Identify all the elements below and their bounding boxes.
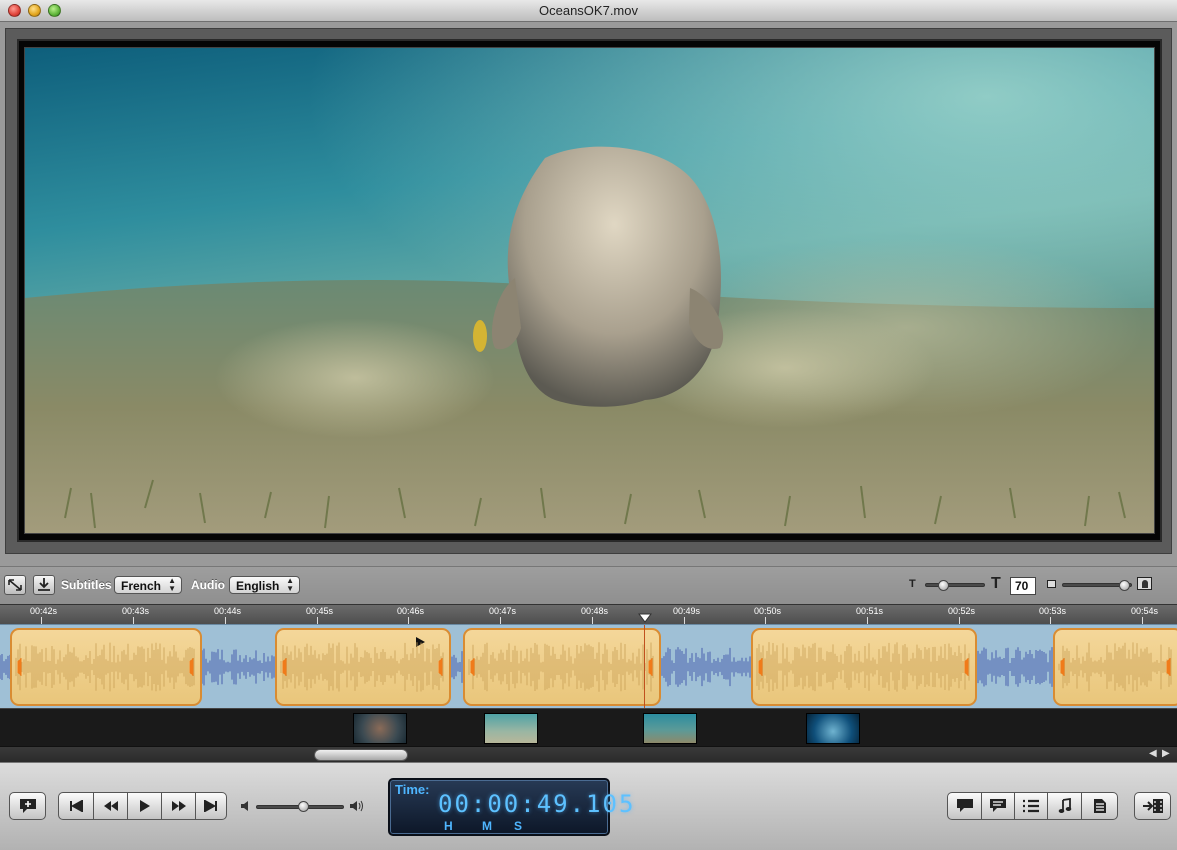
list-icon	[1023, 799, 1039, 813]
video-frame	[17, 39, 1162, 542]
audio-select-value: English	[236, 579, 280, 593]
minutes-unit-label: M	[482, 819, 492, 833]
skip-forward-button[interactable]	[195, 792, 227, 820]
add-subtitle-button[interactable]	[9, 792, 46, 820]
rewind-icon	[103, 801, 118, 811]
play-icon	[139, 800, 150, 812]
video-area	[5, 28, 1172, 554]
subtitle-clip[interactable]	[275, 628, 451, 706]
thumbnail-image[interactable]	[353, 713, 407, 744]
export-button[interactable]	[33, 575, 55, 595]
subtitle-toolbar: Subtitles French ▲ ▼ Audio English ▲ ▼ T T…	[0, 566, 1177, 604]
subtitle-clip[interactable]	[463, 628, 661, 706]
font-size-slider-knob[interactable]	[938, 580, 949, 591]
font-large-icon: T	[991, 575, 1001, 592]
hours-unit-label: H	[444, 819, 453, 833]
playback-controls: Time: 00:00:49.105 H M S	[0, 762, 1177, 850]
document-icon	[1093, 799, 1106, 813]
video-still-image	[25, 48, 1154, 533]
subtitle-clip[interactable]	[1053, 628, 1177, 706]
rewind-button[interactable]	[93, 792, 128, 820]
fast-forward-icon	[171, 801, 186, 811]
document-button[interactable]	[1081, 792, 1118, 820]
updown-arrows-icon: ▲ ▼	[286, 576, 294, 593]
play-button[interactable]	[127, 792, 162, 820]
small-picture-icon	[1047, 580, 1056, 588]
updown-arrows-icon: ▲ ▼	[168, 576, 176, 593]
timeline-ruler[interactable]: 00:42s 00:43s 00:44s 00:45s 00:46s 00:47…	[0, 604, 1177, 625]
scrollbar-thumb[interactable]	[314, 749, 408, 761]
video-size-slider-knob[interactable]	[1119, 580, 1130, 591]
thumbnail-image[interactable]	[643, 713, 697, 744]
scroll-left-icon[interactable]: ◀	[1149, 748, 1157, 759]
skip-back-icon	[70, 800, 83, 812]
speech-bubble-add-icon	[19, 799, 36, 813]
export-movie-button[interactable]	[1134, 792, 1171, 820]
audio-select[interactable]: English ▲ ▼	[229, 576, 300, 594]
time-label: Time:	[395, 782, 430, 797]
font-size-slider[interactable]	[925, 583, 985, 587]
subtitles-select[interactable]: French ▲ ▼	[114, 576, 182, 594]
seconds-unit-label: S	[514, 819, 523, 833]
app-window: OceansOK7.mov Subtitles French ▲ ▼ Audio…	[0, 0, 1177, 850]
subtitle-track[interactable]	[0, 624, 1177, 709]
volume-low-icon	[241, 801, 248, 811]
subtitle-bubble-button[interactable]	[947, 792, 982, 820]
skip-forward-icon	[204, 800, 217, 812]
fast-forward-button[interactable]	[161, 792, 196, 820]
speech-bubble-icon	[956, 799, 973, 812]
time-value: 00:00:49.105	[438, 790, 636, 818]
thumbnail-strip[interactable]	[0, 708, 1177, 746]
list-view-button[interactable]	[1014, 792, 1048, 820]
window-title: OceansOK7.mov	[539, 3, 638, 18]
font-small-icon: T	[909, 578, 916, 590]
subtitle-text-button[interactable]	[981, 792, 1015, 820]
subtitles-select-value: French	[121, 579, 162, 593]
subtitle-clip[interactable]	[751, 628, 977, 706]
fullscreen-button[interactable]	[4, 575, 26, 595]
volume-slider-knob[interactable]	[298, 801, 309, 812]
subtitles-label: Subtitles	[61, 578, 112, 592]
timeline-scrollbar[interactable]: ◀ ▶	[0, 746, 1177, 762]
playhead-line	[644, 625, 645, 709]
subtitle-clip[interactable]	[10, 628, 202, 706]
thumbnail-image[interactable]	[806, 713, 860, 744]
export-film-icon	[1142, 799, 1163, 813]
download-icon	[38, 578, 50, 591]
music-note-icon	[1058, 798, 1071, 813]
large-picture-icon	[1137, 577, 1152, 590]
expand-icon	[8, 579, 22, 591]
volume-high-icon	[350, 800, 363, 812]
speech-bubble-text-icon	[990, 799, 1006, 812]
title-bar: OceansOK7.mov	[0, 0, 1177, 22]
skip-back-button[interactable]	[58, 792, 94, 820]
font-size-field[interactable]: 70	[1010, 577, 1036, 595]
video-player[interactable]	[24, 47, 1155, 534]
playhead-marker-icon[interactable]	[638, 613, 652, 623]
timecode-display: Time: 00:00:49.105 H M S	[388, 778, 633, 836]
play-marker-icon	[416, 637, 425, 647]
thumbnail-image[interactable]	[484, 713, 538, 744]
audio-label: Audio	[191, 578, 225, 592]
scroll-right-icon[interactable]: ▶	[1162, 748, 1170, 759]
music-button[interactable]	[1047, 792, 1082, 820]
